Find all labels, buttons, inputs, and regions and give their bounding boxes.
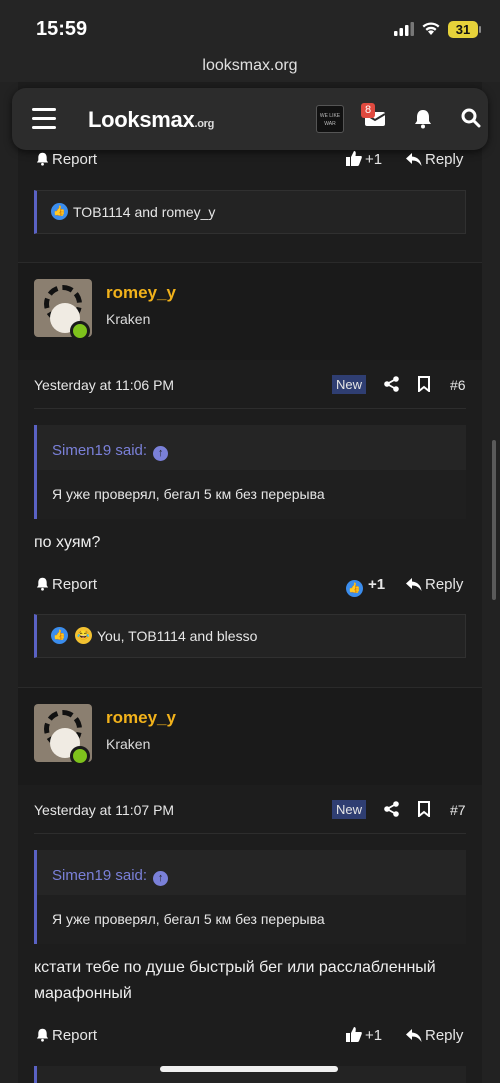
user-title: Kraken xyxy=(106,311,151,327)
reply-icon xyxy=(406,1029,422,1042)
reactions-list: TOB1114 and romey_y xyxy=(73,204,216,220)
quote-author[interactable]: Simen19 said: ↑ xyxy=(52,867,169,886)
quote-block: Simen19 said: ↑ Я уже проверял, бегал 5 к… xyxy=(34,850,466,944)
thumbs-up-icon xyxy=(346,151,362,166)
site-logo[interactable]: Looksmax.org xyxy=(88,107,214,133)
reply-button[interactable]: Reply xyxy=(406,151,463,168)
bell-icon xyxy=(36,577,49,591)
post-actions: Report +1 Reply xyxy=(36,1024,466,1048)
bell-icon xyxy=(36,152,49,166)
reply-icon xyxy=(406,153,422,166)
thumbs-up-icon xyxy=(346,1027,362,1042)
quote-block: Simen19 said: ↑ Я уже проверял, бегал 5 к… xyxy=(34,425,466,519)
report-button[interactable]: Report xyxy=(36,1027,97,1044)
bell-icon xyxy=(36,1028,49,1042)
menu-icon[interactable] xyxy=(32,108,56,130)
arrow-up-icon[interactable]: ↑ xyxy=(153,871,169,886)
battery-level: 31 xyxy=(448,21,478,38)
user-title: Kraken xyxy=(106,736,151,752)
username[interactable]: romey_y xyxy=(106,283,176,303)
battery-tip xyxy=(479,26,481,33)
post-meta: Yesterday at 11:07 PM New #7 xyxy=(34,798,466,822)
status-time: 15:59 xyxy=(36,18,88,40)
post-user-header: romey_y Kraken xyxy=(18,687,482,785)
laugh-reaction-icon: 😂 xyxy=(75,627,92,644)
post-date[interactable]: Yesterday at 11:06 PM xyxy=(34,377,174,393)
quote-text: Я уже проверял, бегал 5 км без перерыва xyxy=(52,911,325,927)
reply-icon xyxy=(406,578,422,591)
search-icon[interactable] xyxy=(461,108,481,128)
online-indicator xyxy=(70,746,90,766)
like-button[interactable]: +1 xyxy=(346,151,382,168)
bookmark-icon[interactable] xyxy=(418,376,430,392)
username[interactable]: romey_y xyxy=(106,708,176,728)
status-bar: 15:59 31 xyxy=(0,0,500,50)
like-reaction-icon: 👍 xyxy=(51,203,68,220)
share-icon[interactable] xyxy=(384,376,399,392)
reactions-bar[interactable]: 👍 😂 You, TOB1114 and blesso xyxy=(34,614,466,658)
bell-icon[interactable] xyxy=(414,109,432,129)
site-navbar: Looksmax.org WE LIKE WAR 8 xyxy=(12,88,488,150)
divider xyxy=(34,833,466,834)
post-date[interactable]: Yesterday at 11:07 PM xyxy=(34,802,174,818)
quote-text: Я уже проверял, бегал 5 км без перерыва xyxy=(52,486,325,502)
online-indicator xyxy=(70,321,90,341)
bookmark-icon[interactable] xyxy=(418,801,430,817)
report-button[interactable]: Report xyxy=(36,576,97,593)
arrow-up-icon[interactable]: ↑ xyxy=(153,446,169,461)
like-button[interactable]: 👍 +1 xyxy=(346,576,385,597)
share-icon[interactable] xyxy=(384,801,399,817)
scrollbar[interactable] xyxy=(492,440,496,600)
url-bar[interactable]: looksmax.org xyxy=(0,50,500,82)
reactions-bar[interactable]: 👍 TOB1114 and romey_y xyxy=(34,190,466,234)
reactions-list: You, TOB1114 and blesso xyxy=(97,628,258,644)
post-message: кстати тебе по душе быстрый бег или расс… xyxy=(34,959,436,1002)
divider xyxy=(34,408,466,409)
post-number[interactable]: #7 xyxy=(450,802,466,818)
quote-author[interactable]: Simen19 said: ↑ xyxy=(52,442,169,461)
inbox-badge: 8 xyxy=(361,103,375,118)
post-user-header: romey_y Kraken xyxy=(18,262,482,360)
reply-button[interactable]: Reply xyxy=(406,1027,463,1044)
home-indicator[interactable] xyxy=(160,1066,338,1072)
post-actions: Report 👍 +1 Reply xyxy=(36,573,466,597)
like-reaction-icon: 👍 xyxy=(346,580,363,597)
new-badge: New xyxy=(332,800,367,819)
reply-button[interactable]: Reply xyxy=(406,576,463,593)
report-button[interactable]: Report xyxy=(36,151,97,168)
post-number[interactable]: #6 xyxy=(450,377,466,393)
like-reaction-icon: 👍 xyxy=(51,627,68,644)
post-message: по хуям? xyxy=(34,534,101,551)
like-button[interactable]: +1 xyxy=(346,1027,382,1044)
url-text: looksmax.org xyxy=(202,57,298,74)
new-badge: New xyxy=(332,375,367,394)
user-avatar[interactable]: WE LIKE WAR xyxy=(316,105,344,133)
signal-icon xyxy=(394,22,414,36)
post-meta: Yesterday at 11:06 PM New #6 xyxy=(34,373,466,397)
wifi-icon xyxy=(422,22,440,35)
post-actions: Report +1 Reply xyxy=(36,148,466,172)
